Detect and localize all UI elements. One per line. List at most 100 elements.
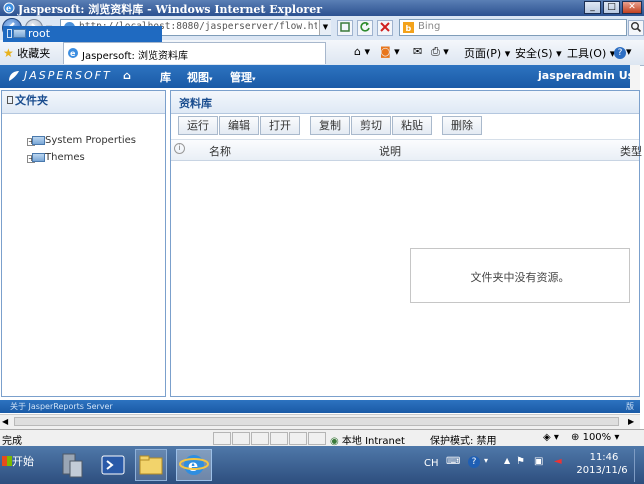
- zoom-value: 100%: [582, 432, 612, 443]
- rss-icon: ◙: [380, 45, 391, 58]
- address-dropdown[interactable]: ▼: [319, 20, 331, 35]
- nav-library[interactable]: 库: [160, 69, 171, 85]
- repository-panel: 资料库: [170, 90, 640, 397]
- volume-muted-icon[interactable]: ◄: [554, 456, 562, 467]
- clock-date[interactable]: 2013/11/6: [572, 465, 632, 476]
- tree-node-themes[interactable]: + Themes: [27, 151, 157, 165]
- print-icon: ⎙: [431, 45, 440, 58]
- about-link[interactable]: 关于 JasperReports Server: [10, 401, 113, 412]
- feeds-button[interactable]: ◙ ▾: [380, 45, 400, 58]
- search-icon: [631, 22, 642, 33]
- home-nav-button[interactable]: ⌂: [123, 69, 131, 82]
- repository-title: 资料库: [179, 97, 212, 110]
- nav-view[interactable]: 视图▾: [187, 69, 213, 85]
- svg-text:e: e: [6, 3, 11, 13]
- scroll-right-icon[interactable]: ▶: [628, 417, 634, 426]
- refresh-button[interactable]: [357, 20, 373, 36]
- ie-app-icon: e: [3, 2, 15, 14]
- scroll-left-icon[interactable]: ◀: [2, 417, 8, 426]
- show-desktop-button[interactable]: [634, 449, 644, 482]
- flag-icon[interactable]: ⚑: [516, 456, 525, 467]
- column-name[interactable]: 名称: [209, 143, 231, 159]
- tree-toggle-icon[interactable]: [7, 29, 12, 38]
- windows-logo-icon: [2, 456, 12, 466]
- empty-folder-message-box: 文件夹中没有资源。: [410, 248, 630, 303]
- stop-button[interactable]: [377, 20, 393, 36]
- search-placeholder: Bing: [418, 21, 441, 32]
- maximize-button[interactable]: □: [603, 1, 620, 14]
- svg-text:e: e: [70, 49, 76, 58]
- chevron-down-icon: ▾: [209, 75, 213, 83]
- browser-tab[interactable]: e Jaspersoft: 浏览资料库: [63, 42, 326, 64]
- horizontal-scrollbar[interactable]: ◀ ▶: [0, 414, 640, 429]
- user-name[interactable]: jasperadmin User: [538, 69, 644, 82]
- copy-button[interactable]: 复制: [310, 116, 350, 135]
- help-button[interactable]: ? ▾: [614, 45, 632, 59]
- tab-title: Jaspersoft: 浏览资料库: [82, 51, 189, 62]
- server-manager-taskbar-button[interactable]: [56, 449, 88, 481]
- explorer-taskbar-button[interactable]: [135, 449, 167, 481]
- compatibility-view-button[interactable]: [337, 20, 353, 36]
- input-language[interactable]: CH: [424, 458, 439, 469]
- open-button[interactable]: 打开: [260, 116, 300, 135]
- clock-time[interactable]: 11:46: [580, 452, 628, 463]
- nav-manage-label: 管理: [230, 71, 252, 84]
- chevron-down-icon: ▾: [252, 75, 256, 83]
- column-type[interactable]: 类型: [620, 143, 642, 159]
- edit-button[interactable]: 编辑: [219, 116, 259, 135]
- help-icon: ?: [614, 47, 626, 59]
- help-icon[interactable]: ?: [468, 456, 480, 468]
- empty-folder-message: 文件夹中没有资源。: [470, 271, 570, 284]
- app-header: JASPERSOFT ⌂ 库 视图▾ 管理▾ jasperadmin User: [0, 65, 644, 88]
- star-icon: ★: [3, 46, 14, 60]
- keyboard-icon[interactable]: ⌨: [446, 456, 460, 467]
- show-hidden-icons[interactable]: ▲: [504, 456, 510, 465]
- tree-node-system-properties[interactable]: + System Properties: [27, 134, 157, 148]
- start-label: 开始: [12, 455, 34, 468]
- search-button[interactable]: [628, 20, 644, 36]
- tab-page-icon: e: [68, 48, 78, 58]
- powershell-icon: [101, 455, 125, 475]
- mail-button[interactable]: ✉: [413, 45, 422, 58]
- status-cell: [232, 432, 250, 445]
- tools-menu[interactable]: 工具(O) ▾: [567, 45, 615, 61]
- security-zone[interactable]: ◉ 本地 Intranet: [330, 432, 405, 447]
- status-cell: [213, 432, 231, 445]
- cut-button[interactable]: 剪切: [351, 116, 391, 135]
- tree-label-themes: Themes: [45, 152, 85, 163]
- minimize-button[interactable]: _: [584, 1, 601, 14]
- zone-settings-button[interactable]: ◈ ▾: [543, 432, 559, 443]
- home-icon: ⌂: [354, 45, 361, 58]
- home-button[interactable]: ⌂ ▾: [354, 45, 370, 58]
- print-button[interactable]: ⎙ ▾: [431, 45, 449, 59]
- search-input[interactable]: b Bing: [399, 19, 627, 36]
- nav-manage[interactable]: 管理▾: [230, 69, 256, 85]
- internet-explorer-icon: e: [179, 455, 209, 475]
- safety-menu[interactable]: 安全(S) ▾: [515, 45, 562, 61]
- status-text: 完成: [2, 436, 22, 447]
- server-manager-icon: [62, 453, 83, 478]
- zoom-control[interactable]: ⊕ 100% ▾: [571, 432, 619, 443]
- collapse-panel-icon[interactable]: [7, 96, 13, 104]
- delete-button[interactable]: 删除: [442, 116, 482, 135]
- language-options-icon[interactable]: ▾: [484, 456, 488, 465]
- tools-menu-label: 工具(O): [567, 47, 607, 60]
- info-icon[interactable]: i: [174, 143, 185, 154]
- folder-icon: [32, 136, 45, 145]
- copyright-link[interactable]: 版: [626, 401, 634, 412]
- tree-node-root[interactable]: root: [3, 26, 162, 42]
- page-menu[interactable]: 页面(P) ▾: [464, 45, 510, 61]
- close-button[interactable]: ✕: [622, 1, 642, 14]
- status-cell: [251, 432, 269, 445]
- repository-panel-header: 资料库: [171, 91, 639, 114]
- powershell-taskbar-button[interactable]: [97, 449, 129, 481]
- bing-icon: b: [403, 22, 414, 33]
- ie-taskbar-button[interactable]: e: [176, 449, 212, 481]
- paste-button[interactable]: 粘贴: [392, 116, 432, 135]
- start-button[interactable]: 开始: [2, 453, 40, 473]
- favorites-button[interactable]: ★ 收藏夹: [3, 45, 50, 61]
- run-button[interactable]: 运行: [178, 116, 218, 135]
- scroll-thumb[interactable]: [14, 417, 619, 426]
- network-icon[interactable]: ▣: [534, 456, 543, 467]
- column-description[interactable]: 说明: [379, 143, 401, 159]
